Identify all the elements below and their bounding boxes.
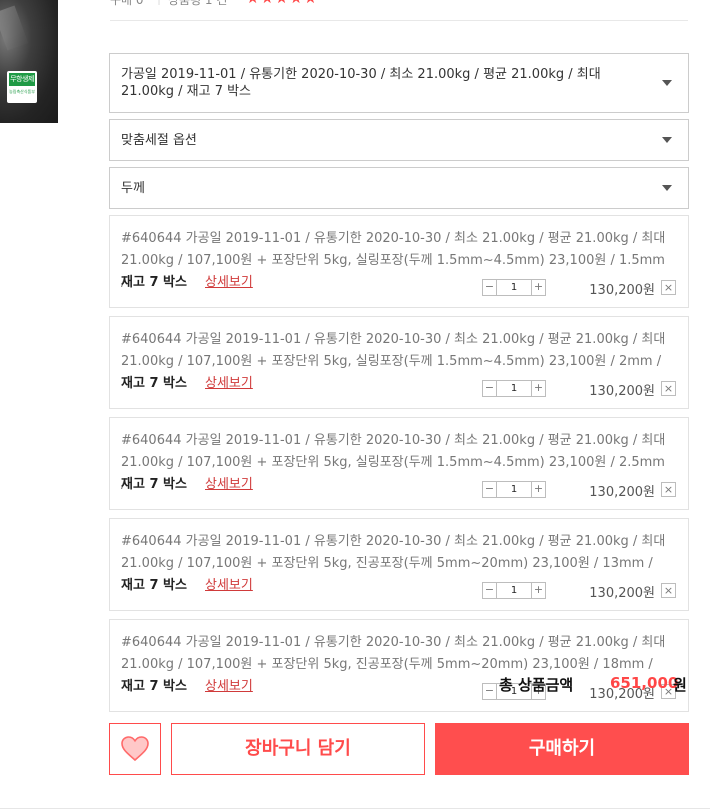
review-count[interactable]: 상품평 1 건 [168, 0, 227, 8]
increase-button[interactable]: + [531, 583, 545, 598]
detail-link[interactable]: 상세보기 [205, 473, 253, 492]
chevron-down-icon [662, 137, 672, 143]
product-image: 무항생제 농림축산식품부 [0, 0, 58, 123]
chevron-down-icon [662, 80, 672, 86]
decrease-button[interactable]: − [483, 684, 497, 699]
thickness-value: 두께 [121, 180, 145, 196]
rating-stars: ★★★★★ [246, 0, 318, 7]
option-price: 130,200원 [589, 485, 655, 500]
stock-option-select[interactable]: 가공일 2019-11-01 / 유통기한 2020-10-30 / 최소 21… [109, 53, 689, 113]
custom-cut-value: 맞춤세절 옵션 [121, 132, 197, 148]
decrease-button[interactable]: − [483, 583, 497, 598]
remove-option-button[interactable]: × [661, 583, 676, 598]
heart-icon [121, 736, 149, 762]
option-price: 130,200원 [589, 586, 655, 601]
option-stock: 재고 7 박스 [121, 376, 187, 391]
total-amount: 651,000 [610, 674, 679, 692]
quantity-stepper: − + [482, 582, 546, 599]
option-description: #640644 가공일 2019-11-01 / 유통기한 2020-10-30… [121, 534, 666, 571]
option-stock: 재고 7 박스 [121, 679, 187, 694]
image-highlight [0, 5, 29, 51]
quantity-input[interactable] [497, 482, 531, 497]
quantity-input[interactable] [497, 583, 531, 598]
option-description: #640644 가공일 2019-11-01 / 유통기한 2020-10-30… [121, 332, 666, 369]
buy-now-button[interactable]: 구매하기 [435, 723, 689, 775]
option-stock: 재고 7 박스 [121, 477, 187, 492]
option-price: 130,200원 [589, 384, 655, 399]
decrease-button[interactable]: − [483, 381, 497, 396]
selected-option-item: #640644 가공일 2019-11-01 / 유통기한 2020-10-30… [109, 417, 689, 510]
remove-option-button[interactable]: × [661, 381, 676, 396]
remove-option-button[interactable]: × [661, 280, 676, 295]
option-price: 130,200원 [589, 283, 655, 298]
thickness-select[interactable]: 두께 [109, 167, 689, 209]
quantity-stepper: − + [482, 380, 546, 397]
quantity-input[interactable] [497, 381, 531, 396]
summary-separator: | [157, 0, 161, 5]
remove-option-button[interactable]: × [661, 482, 676, 497]
option-stock: 재고 7 박스 [121, 275, 187, 290]
badge-sub: 농림축산식품부 [9, 89, 35, 94]
option-description: #640644 가공일 2019-11-01 / 유통기한 2020-10-30… [121, 433, 666, 492]
option-description: #640644 가공일 2019-11-01 / 유통기한 2020-10-30… [121, 231, 666, 290]
decrease-button[interactable]: − [483, 280, 497, 295]
quantity-input[interactable] [497, 280, 531, 295]
detail-link[interactable]: 상세보기 [205, 372, 253, 391]
add-to-cart-button[interactable]: 장바구니 담기 [171, 723, 425, 775]
chevron-down-icon [662, 185, 672, 191]
detail-link[interactable]: 상세보기 [205, 271, 253, 290]
selected-option-item: #640644 가공일 2019-11-01 / 유통기한 2020-10-30… [109, 215, 689, 308]
option-description: #640644 가공일 2019-11-01 / 유통기한 2020-10-30… [121, 635, 666, 672]
quantity-stepper: − + [482, 481, 546, 498]
total-unit: 원 [673, 676, 687, 694]
selected-option-item: #640644 가공일 2019-11-01 / 유통기한 2020-10-30… [109, 316, 689, 409]
divider [0, 808, 710, 809]
increase-button[interactable]: + [531, 482, 545, 497]
quantity-stepper: − + [482, 279, 546, 296]
increase-button[interactable]: + [531, 381, 545, 396]
antibiotic-free-badge: 무항생제 농림축산식품부 [7, 71, 37, 103]
total-label: 총 상품금액 [499, 676, 574, 694]
badge-label: 무항생제 [9, 73, 35, 86]
increase-button[interactable]: + [531, 280, 545, 295]
summary-row: 구매 0 | 상품평 1 건 ★★★★★ [110, 0, 688, 21]
detail-link[interactable]: 상세보기 [205, 574, 253, 593]
custom-cut-select[interactable]: 맞춤세절 옵션 [109, 119, 689, 161]
sales-count: 구매 0 [110, 0, 144, 7]
selected-option-item: #640644 가공일 2019-11-01 / 유통기한 2020-10-30… [109, 619, 689, 712]
wishlist-button[interactable] [109, 723, 161, 775]
option-stock: 재고 7 박스 [121, 578, 187, 593]
decrease-button[interactable]: − [483, 482, 497, 497]
selected-option-item: #640644 가공일 2019-11-01 / 유통기한 2020-10-30… [109, 518, 689, 611]
detail-link[interactable]: 상세보기 [205, 675, 253, 694]
stock-option-value: 가공일 2019-11-01 / 유통기한 2020-10-30 / 최소 21… [121, 67, 601, 99]
